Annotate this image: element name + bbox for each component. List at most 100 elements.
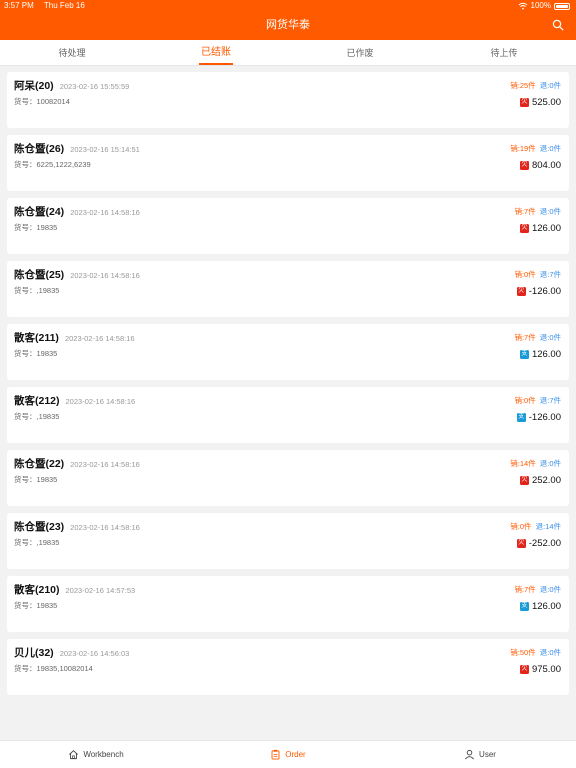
item-code: 货号：,19835 [14, 538, 60, 547]
returned-count: 退:0件 [539, 81, 561, 90]
amount-value: 126.00 [531, 223, 561, 234]
sold-count: 销:0件 [510, 522, 532, 531]
wifi-icon [518, 2, 527, 10]
customer-name: 散客(212) 2023-02-16 14:58:16 [14, 395, 135, 408]
tab-pending[interactable]: 待处理 [0, 40, 144, 65]
sold-count: 销:19件 [510, 144, 536, 153]
amount-value: 975.00 [531, 664, 561, 675]
battery-percent: 100% [530, 1, 551, 10]
order-card[interactable]: 陈仓暨(22) 2023-02-16 14:58:16 货号：19835 销:14件退… [7, 450, 569, 506]
order-counts: 销:7件 退:0件 [514, 333, 561, 343]
order-time: 2023-02-16 14:58:16 [70, 271, 140, 280]
status-right: 100% [518, 0, 570, 12]
customer-name: 陈仓暨(22) 2023-02-16 14:58:16 [14, 458, 140, 471]
amount-value: 126.00 [531, 601, 561, 612]
item-code: 货号：19835 [14, 475, 58, 484]
sold-count: 销:50件 [510, 648, 536, 657]
order-amount: 支 -126.00 [516, 411, 561, 424]
customer-name-text: 陈仓暨(24) [14, 206, 65, 218]
customer-name-text: 散客(211) [14, 332, 59, 344]
customer-name: 贝儿(32) 2023-02-16 14:56:03 [14, 647, 129, 660]
returned-count: 退:0件 [539, 648, 561, 657]
sold-count: 销:14件 [510, 459, 536, 468]
order-card[interactable]: 贝儿(32) 2023-02-16 14:56:03 货号：19835,100820… [7, 639, 569, 695]
customer-name-text: 散客(212) [14, 395, 60, 407]
customer-name: 陈仓暨(25) 2023-02-16 14:58:16 [14, 269, 140, 282]
nav-workbench-label: Workbench [83, 750, 124, 759]
nav-user-label: User [479, 750, 496, 759]
returned-count: 退:0件 [539, 207, 561, 216]
item-code: 货号：19835 [14, 601, 58, 610]
credit-icon: 欠 [519, 98, 529, 107]
order-card[interactable]: 陈仓暨(24) 2023-02-16 14:58:16 货号：19835 销:7件 退:… [7, 198, 569, 254]
customer-name-text: 贝儿(32) [14, 647, 54, 659]
amount-value: 252.00 [531, 475, 561, 486]
order-counts: 销:0件 退:7件 [514, 270, 561, 280]
customer-name-text: 散客(210) [14, 584, 60, 596]
amount-value: 804.00 [531, 160, 561, 171]
customer-name-text: 陈仓暨(23) [14, 521, 65, 533]
nav-user[interactable]: User [384, 741, 576, 768]
alipay-icon: 支 [519, 350, 529, 359]
user-icon [465, 749, 475, 760]
order-time: 2023-02-16 14:58:16 [70, 460, 140, 469]
returned-count: 退:7件 [539, 396, 561, 405]
sold-count: 销:0件 [514, 270, 536, 279]
returned-count: 退:0件 [539, 333, 561, 342]
order-counts: 销:7件 退:0件 [514, 207, 561, 217]
amount-value: -126.00 [528, 286, 561, 297]
item-code: 货号：19835 [14, 349, 58, 358]
order-card[interactable]: 散客(211) 2023-02-16 14:58:16 货号：19835 销:7件 退:… [7, 324, 569, 380]
item-code: 货号：19835 [14, 223, 58, 232]
item-code: 货号：10082014 [14, 97, 70, 106]
order-amount: 欠 126.00 [519, 222, 561, 235]
tab-voided[interactable]: 已作废 [288, 40, 432, 65]
order-time: 2023-02-16 15:14:51 [70, 145, 140, 154]
returned-count: 退:0件 [539, 585, 561, 594]
order-time: 2023-02-16 14:58:16 [65, 397, 136, 406]
order-amount: 支 126.00 [519, 600, 561, 613]
amount-value: -252.00 [528, 538, 561, 549]
nav-order[interactable]: Order [192, 741, 384, 768]
battery-icon [554, 2, 570, 10]
sold-count: 销:7件 [514, 585, 536, 594]
order-counts: 销:7件 退:0件 [514, 585, 561, 595]
order-card[interactable]: 阿呆(20) 2023-02-16 15:55:59 货号：10082014 销:25… [7, 72, 569, 128]
item-code: 货号：19835,10082014 [14, 664, 93, 673]
status-date: Thu Feb 16 [43, 1, 85, 10]
order-counts: 销:25件 退:0件 [510, 81, 561, 91]
order-time: 2023-02-16 15:55:59 [59, 82, 130, 91]
credit-icon: 欠 [516, 539, 526, 548]
order-amount: 欠 975.00 [519, 663, 561, 676]
returned-count: 退:7件 [539, 270, 561, 279]
order-card[interactable]: 散客(212) 2023-02-16 14:58:16 货号：,19835 销:0件退… [7, 387, 569, 443]
customer-name: 阿呆(20) 2023-02-16 15:55:59 [14, 80, 129, 93]
credit-icon: 欠 [519, 476, 529, 485]
returned-count: 退:0件 [539, 144, 561, 153]
order-counts: 销:0件 退:14件 [510, 522, 561, 532]
order-card[interactable]: 散客(210) 2023-02-16 14:57:53 货号：19835 销:7件 退:… [7, 576, 569, 632]
tab-to-upload[interactable]: 待上传 [432, 40, 576, 65]
order-amount: 欠 525.00 [519, 96, 561, 109]
order-amount: 欠 252.00 [519, 474, 561, 487]
order-card[interactable]: 陈仓暨(26) 2023-02-16 15:14:51 货号：6225,1222,6… [7, 135, 569, 191]
customer-name: 散客(210) 2023-02-16 14:57:53 [14, 584, 135, 597]
order-amount: 支 126.00 [519, 348, 561, 361]
alipay-icon: 支 [516, 413, 526, 422]
credit-icon: 欠 [519, 161, 529, 170]
nav-workbench[interactable]: Workbench [0, 741, 192, 768]
order-time: 2023-02-16 14:58:16 [64, 334, 135, 343]
bottom-nav: Workbench Order User [0, 740, 576, 768]
customer-name: 陈仓暨(26) 2023-02-16 15:14:51 [14, 143, 140, 156]
tab-settled[interactable]: 已结账 [144, 40, 288, 65]
order-card[interactable]: 陈仓暨(23) 2023-02-16 14:58:16 货号：,19835 销:0件退… [7, 513, 569, 569]
item-code: 货号：,19835 [14, 286, 60, 295]
home-icon [69, 750, 79, 760]
returned-count: 退:14件 [535, 522, 561, 531]
order-time: 2023-02-16 14:57:53 [65, 586, 136, 595]
page-title: 网货华泰 [266, 19, 310, 31]
order-amount: 欠 804.00 [519, 159, 561, 172]
amount-value: 525.00 [531, 97, 561, 108]
order-card[interactable]: 陈仓暨(25) 2023-02-16 14:58:16 货号：,19835 销:0件退… [7, 261, 569, 317]
search-icon[interactable] [552, 19, 564, 31]
